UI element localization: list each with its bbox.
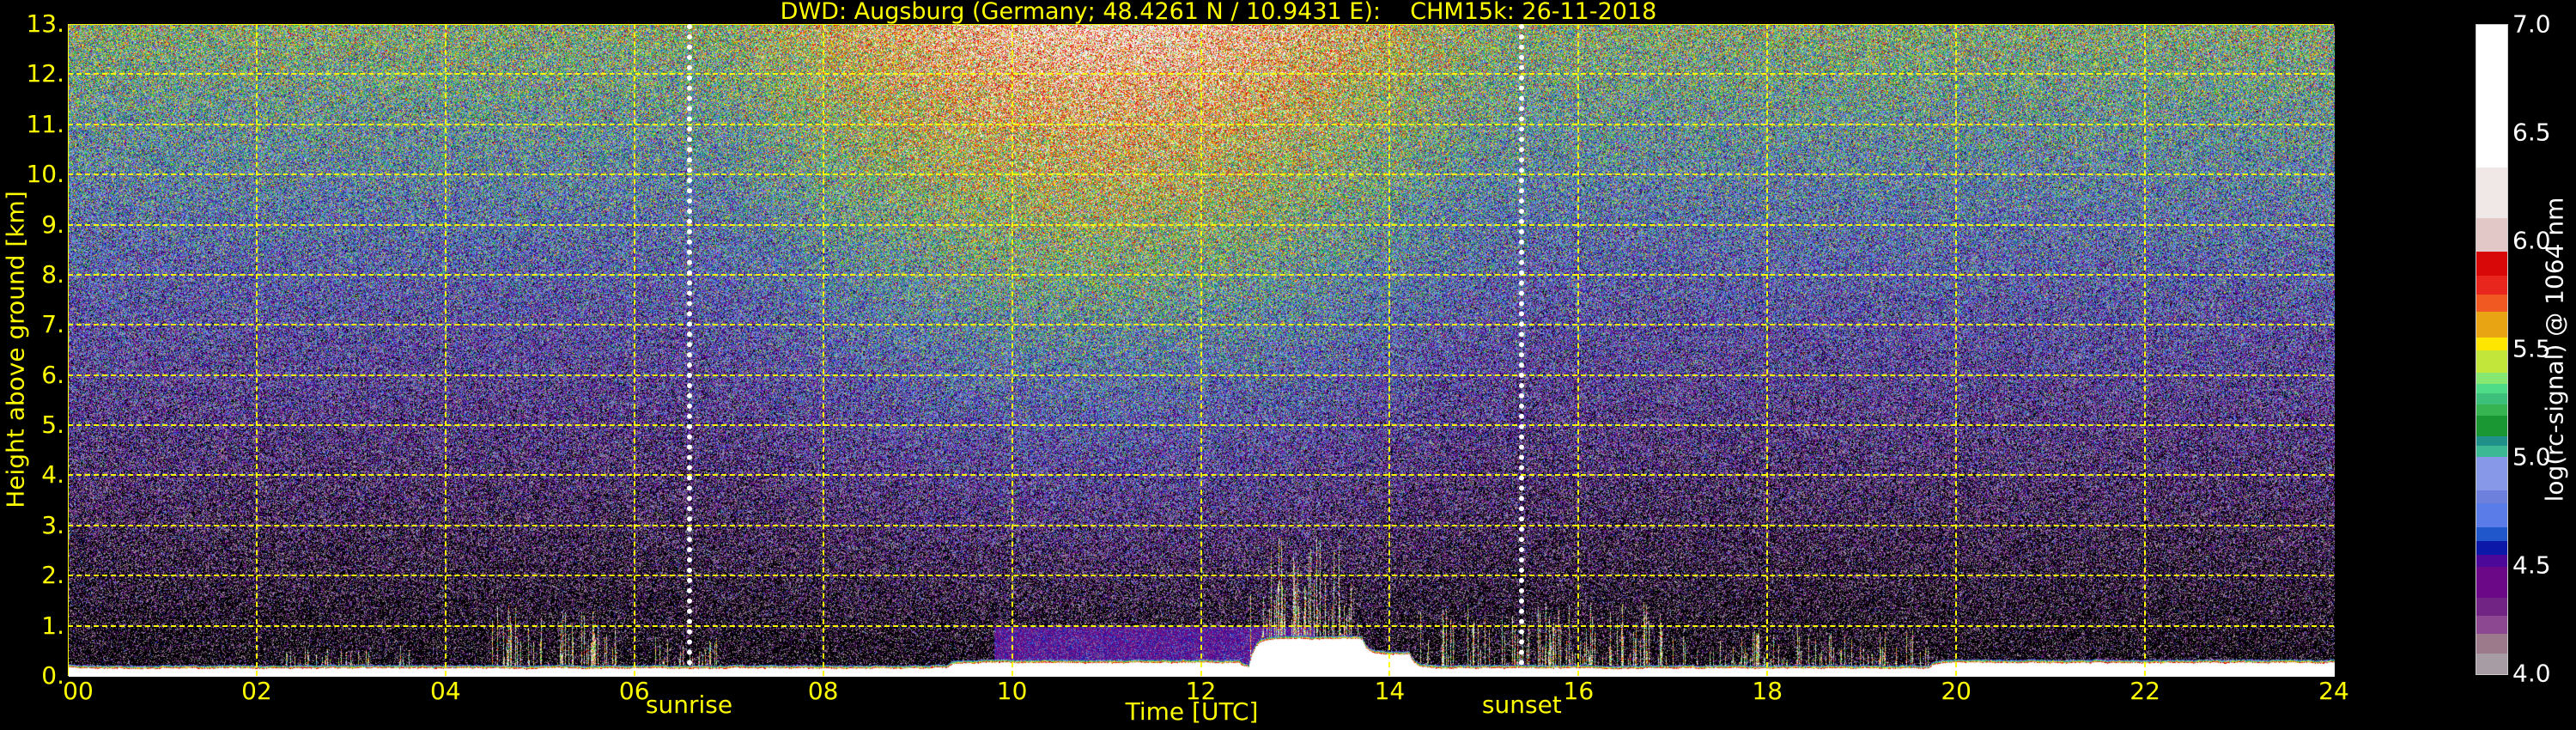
colorbar-segment <box>2476 372 2507 384</box>
sunset-label: sunset <box>1481 690 1562 719</box>
x-tick-label: 18 <box>1752 677 1783 705</box>
colorbar-tick-label: 6.5 <box>2512 118 2551 147</box>
colorbar-tick-label: 7.0 <box>2512 9 2551 39</box>
grid-line-vertical <box>822 24 824 676</box>
colorbar-segment <box>2476 383 2507 394</box>
colorbar-segment <box>2476 490 2507 504</box>
y-tick-label: 11. <box>26 109 64 138</box>
colorbar-segment <box>2476 597 2507 616</box>
grid-line-vertical <box>444 24 447 676</box>
colorbar-segment <box>2476 392 2507 405</box>
colorbar-segment <box>2476 217 2507 252</box>
colorbar-segment <box>2476 25 2507 168</box>
colorbar-segment <box>2476 554 2507 567</box>
colorbar-segment <box>2476 633 2507 654</box>
grid-line-vertical <box>1955 24 1958 676</box>
colorbar-tick-label: 4.5 <box>2512 551 2551 580</box>
x-tick-label: 22 <box>2129 677 2160 705</box>
sunrise-label: sunrise <box>645 690 733 719</box>
colorbar-segment <box>2476 311 2507 338</box>
sunset-line <box>1519 24 1525 676</box>
x-tick-label: 16 <box>1563 677 1595 705</box>
colorbar-segment <box>2476 294 2507 312</box>
colorbar-segment <box>2476 415 2507 436</box>
colorbar <box>2476 24 2508 675</box>
colorbar-segment <box>2476 404 2507 416</box>
colorbar-segment <box>2476 540 2507 555</box>
colorbar-tick-label: 4.0 <box>2512 659 2551 688</box>
colorbar-segment <box>2476 251 2507 276</box>
sunrise-line <box>686 24 692 676</box>
grid-overlay <box>68 24 2334 676</box>
grid-line-vertical <box>633 24 635 676</box>
y-tick-label: 2. <box>41 561 64 590</box>
x-tick-label: 00 <box>63 677 94 705</box>
colorbar-segment <box>2476 435 2507 447</box>
y-tick-label: 0. <box>41 661 64 690</box>
y-tick-label: 1. <box>41 611 64 640</box>
colorbar-segment <box>2476 653 2507 675</box>
grid-line-vertical <box>2144 24 2147 676</box>
colorbar-segment <box>2476 502 2507 528</box>
colorbar-segment <box>2476 445 2507 458</box>
chart-title: DWD: Augsburg (Germany; 48.4261 N / 10.9… <box>780 0 1657 25</box>
colorbar-segment <box>2476 350 2507 373</box>
x-tick-label: 02 <box>241 677 272 705</box>
y-tick-label: 12. <box>26 59 64 88</box>
x-tick-label: 08 <box>807 677 839 705</box>
y-tick-label: 3. <box>41 510 64 539</box>
y-axis-label: Height above ground [km] <box>1 191 30 508</box>
colorbar-segment <box>2476 566 2507 599</box>
colorbar-segment <box>2476 275 2507 295</box>
colorbar-segment <box>2476 615 2507 634</box>
grid-line-vertical <box>255 24 258 676</box>
x-tick-label: 04 <box>430 677 461 705</box>
x-tick-label: 24 <box>2318 677 2349 705</box>
y-tick-label: 10. <box>26 160 64 189</box>
colorbar-label: log(rc-signal) @ 1064 nm <box>2540 197 2569 502</box>
colorbar-segment <box>2476 456 2507 490</box>
colorbar-segment <box>2476 167 2507 219</box>
x-axis-label: Time [UTC] <box>1125 697 1259 726</box>
colorbar-segment <box>2476 526 2507 541</box>
x-tick-label: 20 <box>1941 677 1971 705</box>
grid-line-vertical <box>1766 24 1769 676</box>
grid-line-vertical <box>1011 24 1013 676</box>
x-tick-label: 10 <box>996 677 1028 705</box>
x-tick-label: 14 <box>1374 677 1406 705</box>
colorbar-segment <box>2476 337 2507 351</box>
y-tick-label: 13. <box>26 9 64 38</box>
grid-line-vertical <box>1577 24 1580 676</box>
grid-line-vertical <box>1388 24 1391 676</box>
grid-line-vertical <box>1200 24 1202 676</box>
